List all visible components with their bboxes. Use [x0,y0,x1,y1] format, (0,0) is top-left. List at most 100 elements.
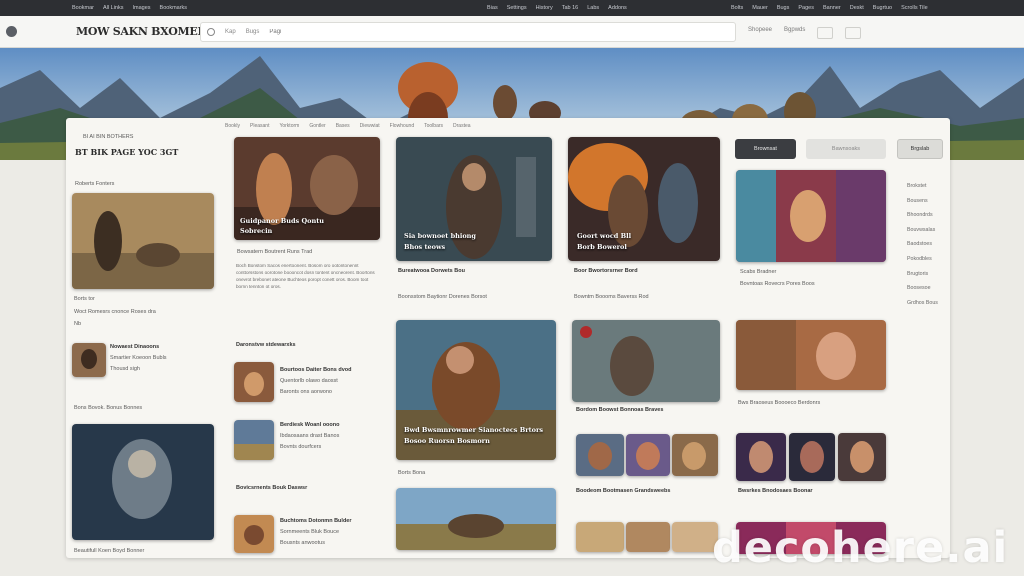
list-item-title[interactable]: Nowaest Dinaoons [110,344,159,351]
panel-tab[interactable]: Bookly [225,123,240,129]
secondary-button[interactable]: Bawnsoaks [806,139,886,159]
thumbnail-image[interactable] [234,515,274,553]
menu-icon[interactable] [845,27,862,39]
article-caption: Scabs Bradner [740,269,777,275]
gallery-thumb[interactable] [576,434,624,476]
watermark: decohere.ai [712,523,1009,573]
panel-tab[interactable]: Toolbars [424,123,443,129]
gallery-thumb[interactable] [626,434,670,476]
panel-tab[interactable]: Bases [336,123,350,129]
sidebar-item[interactable]: Brokstet [907,183,938,189]
list-item-title[interactable]: Berdiesk Woanl ooono [280,422,340,429]
sidebar-item[interactable]: Brugtoris [907,271,938,277]
logo-icon[interactable] [6,26,17,37]
gallery-thumb[interactable] [736,433,786,481]
sidebar-item[interactable]: Bhoondrds [907,212,938,218]
article-body: Boch Bonstom Sacos enertoonent. Bosom or… [236,263,375,289]
featured-image[interactable] [72,424,214,540]
search-bar[interactable]: Kap Bugs [200,22,736,42]
list-item-text: Bovnts dourfcers [280,444,322,450]
gallery-thumb[interactable] [672,434,718,476]
gallery-thumb[interactable] [789,433,835,481]
topbar-link[interactable]: Images [133,5,151,11]
gallery-thumb[interactable] [838,433,886,481]
sidebar-item[interactable]: Bousens [907,198,938,204]
sidebar-button[interactable]: Brgslab [897,139,943,159]
panel-tab[interactable]: Flowhound [390,123,414,129]
article-image[interactable] [736,170,886,262]
gallery-thumb[interactable] [626,522,670,552]
panel-tab[interactable]: Diewwiat [360,123,380,129]
article-image[interactable] [572,320,720,402]
list-item-text: Baronts ons aorwono [280,389,332,395]
search-input[interactable] [269,29,570,35]
image-caption: Borts tor [74,296,95,302]
image-caption: Goort wocd Bll [577,232,632,240]
topbar-link[interactable]: Scrolls Tile [901,5,928,11]
article-caption: Bwsrkes Bnodosaes Boonar [738,488,813,494]
topbar-link[interactable]: Bookmarks [160,5,188,11]
list-item-text: Ibdaosaans drast Banos [280,433,340,439]
left-meta: BI AI BIN BOTHERS [83,134,134,140]
topbar-link[interactable]: Settings [507,5,527,11]
search-chip[interactable]: Bugs [246,29,260,35]
list-item-title[interactable]: Buchtoms Dotonmn Bulder [280,518,352,525]
article-caption: Bovntoas Rovecrs Pores Boos [740,281,815,287]
topbar-link[interactable]: All Links [103,5,123,11]
header-link[interactable]: Shopeee [748,27,772,39]
article-meta: Borts Bona [398,470,426,476]
sidebar-item[interactable]: Bouvwsalas [907,227,938,233]
topbar-right-links: Bolts Mauer Bugs Pages Banner Deskt Bugr… [731,5,928,11]
topbar-link[interactable]: Tab 16 [562,5,579,11]
section-heading: Daronstvw stdewarxks [236,342,296,348]
gallery-thumb[interactable] [576,522,624,552]
topbar-link[interactable]: Deskt [850,5,864,11]
browser-top-bar: Bookmar All Links Images Bookmarks Bias … [0,0,1024,16]
article-caption: Boodeom Bootmasen Grandsweebs [576,488,671,494]
article-image[interactable] [736,320,886,390]
list-item-title[interactable]: Bourtoos Daiter Bons dvod [280,367,352,374]
primary-button[interactable]: Brownsat [735,139,796,159]
article-byline: Bowsatern Boutrent Runs Trad [237,249,313,255]
topbar-link[interactable]: Pages [798,5,814,11]
article-byline: Boor Bwortorsrner Bord [574,268,638,274]
article-meta: Bowntm Boooms Baverss Rod [574,294,649,300]
image-caption: Sia bownoet bhiong [404,232,476,240]
row-text: Bons Bovok. Bonus Bonnes [74,405,143,411]
thumbnail-image[interactable] [234,420,274,460]
topbar-link[interactable]: Bolts [731,5,743,11]
topbar-link[interactable]: Banner [823,5,841,11]
bookmark-icon[interactable] [817,27,834,39]
image-caption: Bosoo Ruorsn Bosmorn [404,437,490,445]
topbar-link[interactable]: Addons [608,5,627,11]
search-icon[interactable] [207,28,215,36]
article-image[interactable] [396,488,556,550]
image-caption: Guidpanor Buds Qontu [240,217,324,225]
panel-tab[interactable]: Pleasant [250,123,269,129]
topbar-link[interactable]: Mauer [752,5,768,11]
search-chip[interactable]: Kap [225,29,236,35]
topbar-link[interactable]: Bias [487,5,498,11]
topbar-link[interactable]: Labs [587,5,599,11]
panel-tab[interactable]: Drastea [453,123,471,129]
sidebar-item[interactable]: Grdhos Bous [907,300,938,306]
topbar-link[interactable]: History [536,5,553,11]
footer-text: Beautifull Koen Boyd Bonner [74,548,145,554]
sidebar-item[interactable]: Baodstoes [907,241,938,247]
thumbnail-image[interactable] [72,343,106,377]
topbar-link[interactable]: Bookmar [72,5,94,11]
article-byline: Bureatwooa Dorwets Bou [398,268,465,274]
header-links: Shopeee Bgpwds [748,27,862,39]
panel-tab[interactable]: Gontler [309,123,325,129]
panel-tab[interactable]: Yorktorm [279,123,299,129]
sidebar-list: Brokstet Bousens Bhoondrds Bouvwsalas Ba… [907,183,938,314]
topbar-link[interactable]: Bugs [777,5,790,11]
topbar-link[interactable]: Bugrtuo [873,5,892,11]
site-header: MOW SAKN BXOMERSa Kap Bugs Shopeee Bgpwd… [0,16,1024,48]
thumbnail-image[interactable] [234,362,274,402]
header-link[interactable]: Bgpwds [784,27,805,39]
panel-tabs: Bookly Pleasant Yorktorm Gontler Bases D… [225,123,471,129]
sidebar-item[interactable]: Boosesoe [907,285,938,291]
sidebar-item[interactable]: Pokodbles [907,256,938,262]
featured-image[interactable] [72,193,214,289]
